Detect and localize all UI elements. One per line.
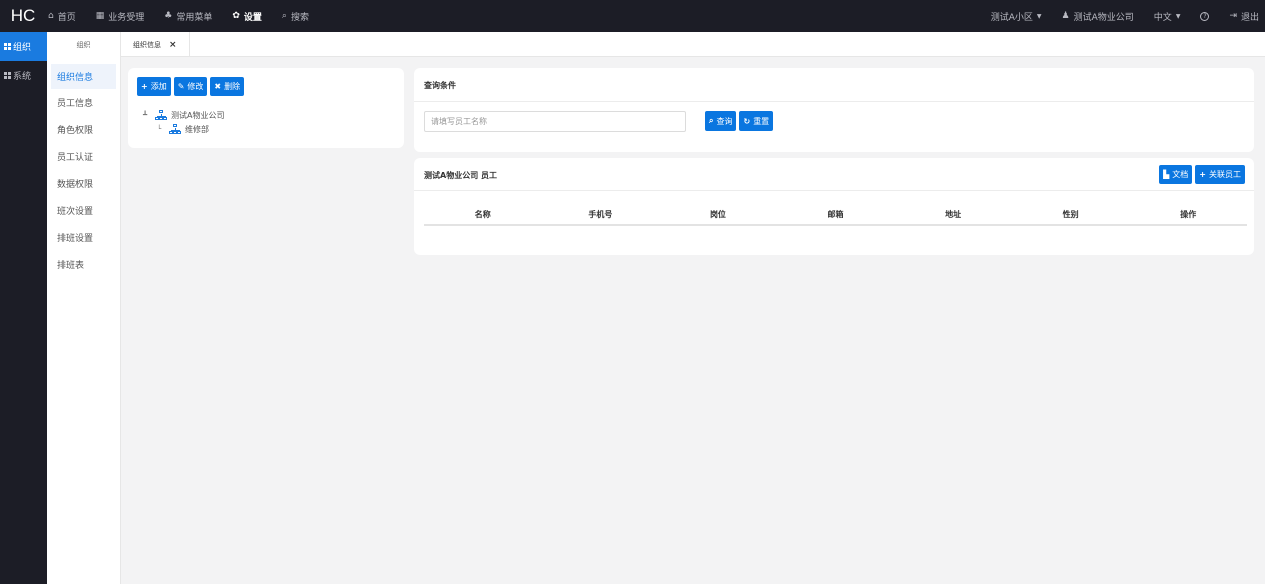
sitemap-icon [169, 123, 182, 135]
tree-node-label: 测试A物业公司 [171, 110, 225, 120]
caret-down-icon: ▼ [1175, 12, 1181, 20]
community-dropdown[interactable]: 测试A小区 ▼ [991, 10, 1042, 23]
help-button[interactable]: ? [1200, 11, 1210, 21]
staff-panel: 测试A物业公司 员工 ▙ 文档 + 关联员工 名称 手机号 岗位 邮箱 地址 性… [414, 158, 1254, 255]
sub-item-staff-info[interactable]: 员工信息 [47, 89, 120, 116]
gear-icon: ✿ [232, 11, 240, 21]
document-button[interactable]: ▙ 文档 [1159, 165, 1193, 184]
sidebar-item-organization[interactable]: 组织 [0, 32, 47, 61]
grid-icon [4, 72, 11, 79]
search-icon: ⌕ [281, 11, 287, 21]
query-title: 查询条件 [424, 81, 456, 90]
sidebar-item-system[interactable]: 系统 [0, 61, 47, 90]
nav-settings[interactable]: ✿ 设置 [232, 10, 262, 23]
tab-org-info[interactable]: 组织信息 × [121, 32, 190, 57]
add-label: 添加 [150, 82, 167, 91]
column-header: 手机号 [588, 209, 613, 219]
calculator-icon: ▦ [95, 11, 105, 21]
sidebar-item-label: 系统 [13, 72, 32, 82]
nav-business[interactable]: ▦ 业务受理 [96, 10, 145, 23]
refresh-icon: ↻ [743, 116, 751, 126]
delete-label: 删除 [224, 82, 241, 91]
sub-item-data-permission[interactable]: 数据权限 [47, 170, 120, 197]
sitemap-icon: ♣ [164, 11, 173, 21]
staff-table-header: 名称 手机号 岗位 邮箱 地址 性别 操作 [424, 204, 1247, 226]
sub-item-role-permission[interactable]: 角色权限 [47, 116, 120, 143]
nav-settings-label: 设置 [243, 12, 262, 23]
add-button[interactable]: + 添加 [137, 77, 171, 96]
sub-item-schedule-settings[interactable]: 排班设置 [47, 224, 120, 251]
logout-button[interactable]: ⇥ 退出 [1229, 10, 1259, 23]
nav-home[interactable]: ⌂ 首页 [48, 10, 76, 23]
search-label: 查询 [716, 116, 733, 126]
tree-line: └ [157, 125, 162, 133]
org-tree: ┻ 测试A物业公司 └ 维修部 [143, 108, 224, 136]
nav-business-label: 业务受理 [108, 12, 145, 23]
tab-label: 组织信息 [133, 40, 161, 49]
brand-logo[interactable]: HC [0, 6, 46, 26]
edit-button[interactable]: ✎ 修改 [173, 77, 208, 96]
plus-icon: + [141, 82, 148, 91]
home-icon: ⌂ [48, 11, 54, 21]
column-header: 操作 [1180, 209, 1197, 219]
link-staff-button[interactable]: + 关联员工 [1195, 165, 1245, 184]
sub-item-org-info[interactable]: 组织信息 [51, 64, 116, 89]
sub-sidebar-header: 组织 [76, 41, 91, 49]
grid-icon [4, 43, 11, 50]
language-dropdown[interactable]: 中文 ▼ [1154, 10, 1181, 23]
sub-item-shift-settings[interactable]: 班次设置 [47, 197, 120, 224]
plus-icon: + [1199, 170, 1206, 179]
nav-home-label: 首页 [57, 12, 76, 23]
staff-panel-title: 测试A物业公司 员工 [424, 171, 497, 180]
tree-toggle-icon[interactable]: ┻ [143, 111, 155, 119]
search-icon: ⌕ [709, 116, 714, 125]
close-icon[interactable]: × [169, 40, 177, 50]
tree-node-department[interactable]: └ 维修部 [143, 122, 224, 136]
document-label: 文档 [1172, 170, 1189, 179]
tree-node-company[interactable]: ┻ 测试A物业公司 [143, 108, 224, 122]
company-label: 测试A物业公司 [1073, 12, 1134, 23]
question-circle-icon: ? [1200, 11, 1210, 21]
divider [414, 190, 1254, 191]
company-user[interactable]: ♟ 测试A物业公司 [1062, 10, 1134, 23]
sub-sidebar: 组织 组织信息 员工信息 角色权限 员工认证 数据权限 班次设置 排班设置 排班… [47, 32, 121, 584]
nav-common-menu-label: 常用菜单 [176, 12, 213, 23]
link-staff-label: 关联员工 [1209, 170, 1241, 179]
edit-label: 修改 [187, 82, 204, 91]
sidebar-item-label: 组织 [13, 43, 32, 53]
sub-item-staff-auth[interactable]: 员工认证 [47, 143, 120, 170]
nav-common-menu[interactable]: ♣ 常用菜单 [164, 10, 212, 23]
nav-search[interactable]: ⌕ 搜索 [282, 10, 309, 23]
main-sidebar: 组织 系统 [0, 32, 47, 584]
delete-button[interactable]: ✖ 删除 [210, 77, 245, 96]
language-label: 中文 [1153, 12, 1172, 23]
community-label: 测试A小区 [990, 12, 1033, 23]
sitemap-icon [155, 109, 168, 121]
staff-name-input[interactable]: 请填写员工名称 [424, 111, 686, 132]
tab-bar: 组织信息 × [121, 32, 1265, 57]
edit-icon: ✎ [177, 82, 185, 91]
reset-button[interactable]: ↻ 重置 [739, 111, 774, 131]
times-icon: ✖ [214, 82, 222, 91]
top-navbar: HC ⌂ 首页 ▦ 业务受理 ♣ 常用菜单 ✿ 设置 ⌕ 搜索 测试A小区 ▼ … [0, 0, 1265, 32]
nav-search-label: 搜索 [290, 12, 309, 23]
reset-label: 重置 [753, 116, 770, 126]
search-button[interactable]: ⌕ 查询 [705, 111, 737, 131]
column-header: 名称 [474, 209, 491, 219]
divider [414, 101, 1254, 102]
tree-node-label: 维修部 [185, 124, 209, 134]
caret-down-icon: ▼ [1036, 12, 1042, 20]
column-header: 性别 [1062, 209, 1079, 219]
org-tree-panel: + 添加 ✎ 修改 ✖ 删除 ┻ 测试A物业公司 └ 维修部 [128, 68, 404, 148]
column-header: 地址 [945, 209, 962, 219]
sub-item-schedule-table[interactable]: 排班表 [47, 251, 120, 278]
query-panel: 查询条件 请填写员工名称 ⌕ 查询 ↻ 重置 [414, 68, 1254, 152]
file-icon: ▙ [1163, 170, 1170, 179]
logout-label: 退出 [1240, 12, 1259, 23]
column-header: 邮箱 [827, 209, 844, 219]
user-icon: ♟ [1061, 11, 1070, 21]
sign-out-icon: ⇥ [1229, 11, 1237, 21]
column-header: 岗位 [709, 209, 726, 219]
